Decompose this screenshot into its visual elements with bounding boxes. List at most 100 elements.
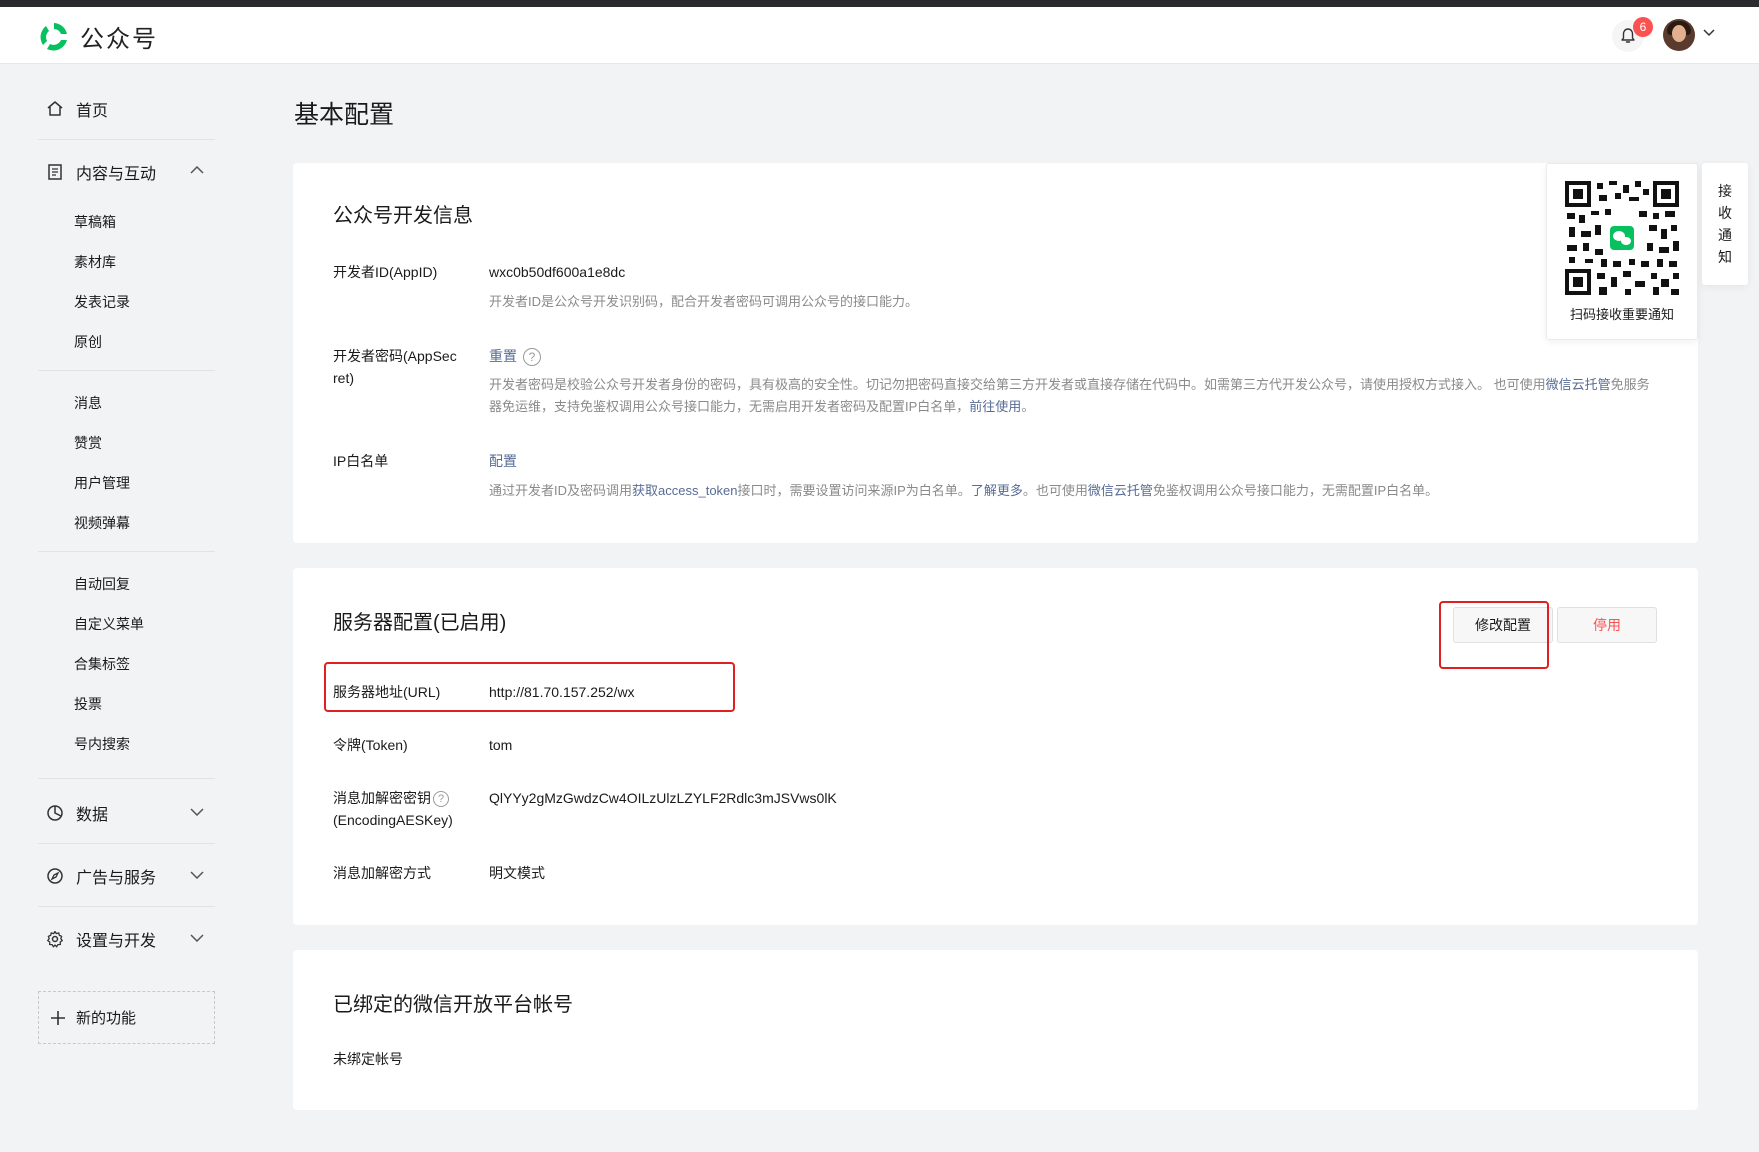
sidebar-divider (38, 139, 215, 140)
chevron-down-icon[interactable] (190, 871, 204, 879)
sidebar-divider (38, 778, 215, 779)
side-tab-char: 知 (1718, 249, 1732, 265)
logo[interactable]: 公众号 (37, 19, 158, 54)
sidebar-item-content[interactable]: 内容与互动 (46, 160, 156, 184)
side-tab-char: 收 (1718, 205, 1732, 221)
logo-icon (40, 22, 67, 51)
ip-desc-text3: 。也可使用 (1022, 483, 1088, 498)
avatar[interactable] (1663, 19, 1695, 51)
highlight-box-edit (1439, 601, 1549, 669)
sidebar-item-user-management[interactable]: 用户管理 (74, 473, 130, 493)
open-platform-card: 已绑定的微信开放平台帐号 未绑定帐号 (293, 950, 1698, 1110)
server-config-title: 服务器配置(已启用) (333, 612, 507, 634)
sidebar-divider (38, 551, 215, 552)
chevron-down-icon[interactable] (1703, 29, 1715, 37)
sidebar-item-rewards[interactable]: 赞赏 (74, 433, 102, 453)
qr-code-icon (1565, 181, 1679, 295)
cloud-hosting-link[interactable]: 云托管 (1572, 377, 1611, 392)
aes-key-label: 消息加解密密钥? (EncodingAESKey) (333, 787, 453, 831)
appsecret-label: 开发者密码(AppSec ret) (333, 345, 457, 389)
access-token-link[interactable]: 获取access_token (632, 483, 738, 498)
ip-desc-text4: 免鉴权调用公众号接口能力，无需配置IP白名单。 (1152, 483, 1439, 498)
sidebar-item-data[interactable]: 数据 (46, 801, 108, 825)
sidebar-item-materials[interactable]: 素材库 (74, 252, 116, 272)
open-platform-value: 未绑定帐号 (333, 1051, 403, 1067)
aes-key-value: QlYYy2gMzGwdzCw4OILzUlzLZYLF2Rdlc3mJSVws… (489, 790, 837, 806)
sidebar-item-video-danmaku[interactable]: 视频弹幕 (74, 513, 130, 533)
appid-description: 开发者ID是公众号开发识别码，配合开发者密码可调用公众号的接口能力。 (489, 294, 919, 309)
highlight-box-url (324, 662, 735, 712)
app-title: 公众号 (80, 26, 158, 53)
chevron-up-icon[interactable] (190, 166, 204, 174)
qr-panel: 扫码接收重要通知 (1546, 163, 1698, 340)
dev-info-title: 公众号开发信息 (333, 205, 473, 227)
aes-key-label-line1: 消息加解密密钥? (333, 787, 453, 809)
qr-caption: 扫码接收重要通知 (1569, 307, 1674, 322)
appsecret-description: 开发者密码是校验公众号开发者身份的密码，具有极高的安全性。切记勿把密码直接交给第… (489, 374, 1659, 418)
open-platform-title: 已绑定的微信开放平台帐号 (333, 994, 573, 1016)
sidebar-item-collection-tags[interactable]: 合集标签 (74, 654, 130, 674)
help-icon[interactable]: ? (433, 791, 449, 808)
ip-config-link-wrap: 配置 (489, 450, 517, 472)
ip-config-link[interactable]: 配置 (489, 453, 517, 469)
appsecret-label-line1: 开发者密码(AppSec (333, 348, 457, 364)
wechat-cloud-link[interactable]: 微信 (1546, 377, 1572, 392)
appid-label: 开发者ID(AppID) (333, 264, 438, 280)
sidebar-item-home[interactable]: 首页 (46, 97, 108, 121)
sidebar-settings-label: 设置与开发 (76, 933, 157, 950)
sidebar-divider (38, 843, 215, 844)
sidebar-item-vote[interactable]: 投票 (74, 694, 102, 714)
sidebar-item-original[interactable]: 原创 (74, 332, 102, 352)
reset-secret-link[interactable]: 重置 (489, 348, 517, 364)
appid-value: wxc0b50df600a1e8dc (489, 264, 626, 280)
learn-more-link[interactable]: 了解更多 (971, 483, 1023, 498)
sidebar-item-in-account-search[interactable]: 号内搜索 (74, 734, 130, 754)
sidebar-item-publish-records[interactable]: 发表记录 (74, 292, 130, 312)
sidebar-item-drafts[interactable]: 草稿箱 (74, 212, 116, 232)
go-use-link[interactable]: 前往使用 (969, 399, 1021, 414)
disable-button[interactable]: 停用 (1557, 607, 1657, 643)
chevron-down-icon[interactable] (190, 934, 204, 942)
sidebar-data-label: 数据 (76, 807, 109, 824)
notification-badge: 6 (1633, 17, 1653, 37)
appsecret-label-line2: ret) (333, 370, 354, 386)
ip-whitelist-label: IP白名单 (333, 453, 389, 469)
new-feature-button[interactable]: 新的功能 (38, 991, 215, 1044)
plus-icon (51, 1010, 65, 1025)
receive-notification-tab[interactable]: 接 收 通 知 (1702, 163, 1748, 285)
sidebar-item-ads[interactable]: 广告与服务 (46, 864, 156, 888)
gear-icon (47, 930, 63, 948)
sidebar-item-auto-reply[interactable]: 自动回复 (74, 574, 130, 594)
sidebar-item-settings[interactable]: 设置与开发 (46, 927, 156, 951)
side-tab-char: 接 (1718, 183, 1732, 199)
page-title: 基本配置 (294, 101, 395, 129)
sidebar-divider (38, 906, 215, 907)
chevron-down-icon[interactable] (190, 808, 204, 816)
ip-desc-text2: 接口时，需要设置访问来源IP为白名单。 (737, 483, 971, 498)
help-icon[interactable]: ? (523, 348, 541, 367)
header: 公众号 6 (0, 7, 1759, 64)
ip-desc-text1: 通过开发者ID及密码调用 (489, 483, 633, 498)
token-value: tom (489, 737, 513, 753)
avatar-face (1672, 25, 1686, 42)
encryption-mode-label: 消息加解密方式 (333, 865, 431, 881)
sidebar-home-label: 首页 (76, 103, 109, 120)
aes-key-label-text: 消息加解密密钥 (333, 790, 431, 806)
new-feature-label: 新的功能 (76, 1010, 137, 1027)
document-icon (48, 164, 62, 180)
home-icon (47, 101, 63, 116)
sidebar-item-messages[interactable]: 消息 (74, 393, 102, 413)
compass-icon (47, 868, 63, 884)
side-tab-char: 通 (1718, 227, 1732, 243)
pie-chart-icon (47, 805, 63, 821)
sidebar-item-custom-menu[interactable]: 自定义菜单 (74, 614, 144, 634)
appsecret-actions: 重置? (489, 345, 541, 367)
sidebar-divider (38, 370, 215, 371)
token-label: 令牌(Token) (333, 737, 408, 753)
ip-whitelist-description: 通过开发者ID及密码调用获取access_token接口时，需要设置访问来源IP… (489, 480, 1659, 502)
top-bar (0, 0, 1759, 7)
wechat-cloud-hosting-link[interactable]: 微信云托管 (1088, 483, 1153, 498)
aes-key-label-line2: (EncodingAESKey) (333, 812, 453, 828)
sidebar-ads-label: 广告与服务 (76, 870, 157, 887)
encryption-mode-value: 明文模式 (489, 865, 545, 881)
